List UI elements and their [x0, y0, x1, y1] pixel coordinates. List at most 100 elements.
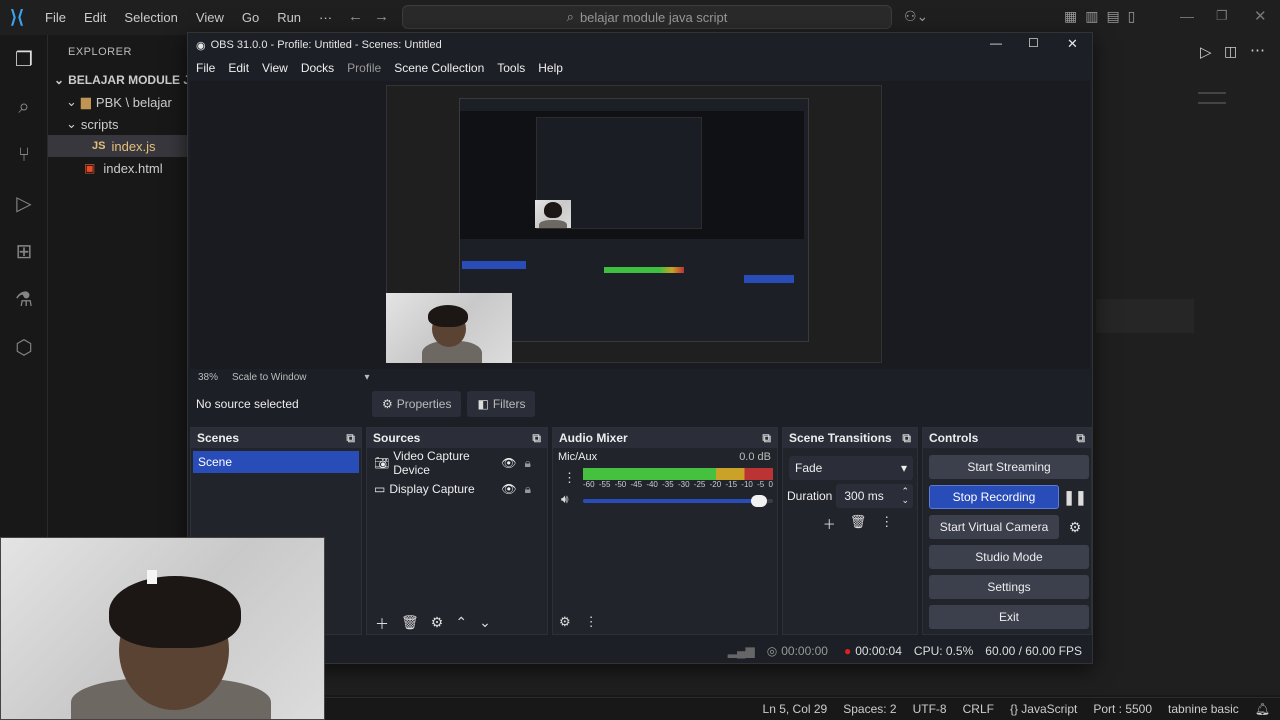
source-control-icon[interactable]: ⑂	[0, 131, 48, 179]
exit-button[interactable]: Exit	[929, 605, 1089, 629]
status-line-ending[interactable]: CRLF	[963, 702, 994, 716]
vscode-menu-view[interactable]: View	[196, 10, 224, 25]
trash-icon[interactable]: 🗑︎	[850, 514, 867, 533]
filters-button[interactable]: ◧ Filters	[467, 391, 536, 417]
tree-file-index-js[interactable]: JS index.js	[48, 135, 188, 157]
close-icon[interactable]: ✕	[1254, 7, 1267, 25]
notifications-icon[interactable]: 🔔︎	[1255, 702, 1270, 716]
minimize-icon[interactable]: —	[1180, 8, 1194, 24]
preview-scale-mode[interactable]: Scale to Window	[232, 372, 306, 383]
duration-stepper[interactable]: 300 ms ⌃ ⌄	[836, 484, 913, 508]
eye-icon[interactable]: 👁︎	[501, 456, 516, 470]
vscode-menu-run[interactable]: Run	[277, 10, 301, 25]
more-actions-icon[interactable]: ⋯	[1250, 41, 1265, 59]
search-icon[interactable]: ⌕	[0, 83, 48, 131]
obs-preview[interactable]	[190, 81, 1090, 369]
source-item-display-capture[interactable]: ▭ Display Capture 👁︎ 🔒︎	[367, 476, 547, 502]
transition-more-icon[interactable]: ⋮	[880, 514, 893, 533]
chevron-down-icon[interactable]: ⌄	[479, 614, 491, 634]
tree-file-index-html[interactable]: ▣ index.html	[48, 157, 188, 179]
status-language[interactable]: {} JavaScript	[1010, 702, 1077, 716]
obs-menu-edit[interactable]: Edit	[228, 61, 249, 75]
forward-arrow-icon[interactable]: →	[374, 8, 389, 25]
split-editor-icon[interactable]: ◫	[1224, 43, 1237, 60]
vscode-menu-more[interactable]: ···	[319, 10, 332, 25]
volume-slider[interactable]	[583, 495, 773, 507]
studio-mode-button[interactable]: Studio Mode	[929, 545, 1089, 569]
obs-menu-help[interactable]: Help	[538, 61, 563, 75]
mixer-more-icon[interactable]: ⋮	[585, 614, 598, 630]
status-indentation[interactable]: Spaces: 2	[843, 702, 896, 716]
properties-button[interactable]: ⚙ Properties	[372, 391, 462, 417]
eye-icon[interactable]: 👁︎	[501, 482, 516, 496]
obs-minimize-icon[interactable]: —	[990, 36, 1002, 50]
controls-title: Controls	[929, 431, 979, 445]
lock-icon[interactable]: 🔒︎	[525, 482, 531, 497]
speaker-icon[interactable]: 🔊︎	[561, 492, 569, 507]
scene-transitions-dock: Scene Transitions ⧉ Fade ▾ Duration 300 …	[782, 427, 918, 635]
javascript-file-icon: JS	[92, 140, 106, 152]
undock-icon[interactable]: ⧉	[762, 431, 771, 446]
obs-menu-profile[interactable]: Profile	[347, 61, 381, 75]
lock-icon[interactable]: 🔒︎	[524, 456, 530, 471]
vscode-menu-file[interactable]: File	[45, 10, 66, 25]
obs-maximize-icon[interactable]: ☐	[1028, 36, 1039, 50]
status-tabnine[interactable]: tabnine basic	[1168, 702, 1239, 716]
stepper-arrows-icon[interactable]: ⌃ ⌄	[901, 487, 909, 505]
back-arrow-icon[interactable]: ←	[348, 8, 363, 25]
chevron-down-icon: ⌄	[66, 116, 77, 131]
obs-title-bar: ◉ OBS 31.0.0 - Profile: Untitled - Scene…	[188, 33, 1092, 57]
undock-icon[interactable]: ⧉	[1076, 431, 1085, 446]
volume-knob[interactable]	[751, 495, 768, 507]
advanced-audio-icon[interactable]: ⚙	[559, 614, 571, 630]
tree-folder-scripts[interactable]: ⌄ scripts	[48, 113, 188, 135]
testing-icon[interactable]: ⚗	[0, 275, 48, 323]
add-source-icon[interactable]: ＋	[375, 614, 389, 634]
scene-item[interactable]: Scene	[193, 451, 359, 473]
virtual-camera-settings-button[interactable]: ⚙	[1061, 515, 1089, 539]
mixer-menu-icon[interactable]: ⋮	[563, 470, 576, 486]
status-encoding[interactable]: UTF-8	[913, 702, 947, 716]
obs-menu-tools[interactable]: Tools	[497, 61, 525, 75]
chevron-up-icon[interactable]: ⌃	[455, 614, 467, 634]
transition-select[interactable]: Fade ▾	[789, 456, 913, 480]
source-item-video-capture[interactable]: 📷︎ Video Capture Device 👁︎ 🔒︎	[367, 449, 547, 477]
undock-icon[interactable]: ⧉	[532, 431, 541, 446]
stop-recording-button[interactable]: Stop Recording	[929, 485, 1059, 509]
obs-menu-view[interactable]: View	[262, 61, 288, 75]
pause-recording-button[interactable]: ❚❚	[1061, 485, 1089, 509]
explorer-icon[interactable]: ❐	[0, 35, 48, 83]
status-live-server-port[interactable]: Port : 5500	[1093, 702, 1152, 716]
obs-menu-file[interactable]: File	[196, 61, 215, 75]
obs-menu-docks[interactable]: Docks	[301, 61, 334, 75]
audio-meter	[583, 468, 773, 480]
gear-icon[interactable]: ⚙	[431, 614, 444, 634]
restore-icon[interactable]: ❐	[1216, 8, 1228, 24]
add-transition-icon[interactable]: ＋	[823, 514, 836, 533]
run-icon[interactable]: ▷	[1200, 43, 1212, 61]
obs-menu-scene-collection[interactable]: Scene Collection	[394, 61, 484, 75]
pause-icon: ❚❚	[1063, 488, 1087, 505]
tree-folder-pbk[interactable]: ⌄ ▆ PBK \ belajar	[48, 91, 188, 113]
chevron-down-icon[interactable]: ▾	[365, 372, 370, 383]
status-cursor-position[interactable]: Ln 5, Col 29	[763, 702, 828, 716]
undock-icon[interactable]: ⧉	[346, 431, 355, 446]
vscode-menu-go[interactable]: Go	[242, 10, 259, 25]
obs-close-icon[interactable]: ✕	[1067, 36, 1078, 52]
command-search-input[interactable]: ⌕ belajar module java script	[402, 5, 892, 29]
remote-icon[interactable]: ⬡	[0, 323, 48, 371]
layout-icons[interactable]: ▦▥▤▯	[1064, 8, 1143, 25]
settings-button[interactable]: Settings	[929, 575, 1089, 599]
undock-icon[interactable]: ⧉	[902, 431, 911, 446]
vscode-menu-edit[interactable]: Edit	[84, 10, 106, 25]
vscode-menu-selection[interactable]: Selection	[124, 10, 177, 25]
tree-root[interactable]: ⌄ BELAJAR MODULE JAVA...	[48, 69, 224, 91]
controls-dock: Controls ⧉ Start Streaming Stop Recordin…	[922, 427, 1092, 635]
start-streaming-button[interactable]: Start Streaming	[929, 455, 1089, 479]
extensions-icon[interactable]: ⊞	[0, 227, 48, 275]
run-debug-icon[interactable]: ▷	[0, 179, 48, 227]
trash-icon[interactable]: 🗑︎	[401, 614, 419, 634]
transition-value: Fade	[795, 461, 823, 475]
start-virtual-camera-button[interactable]: Start Virtual Camera	[929, 515, 1059, 539]
copilot-icon[interactable]: ⚇⌄	[904, 8, 928, 25]
